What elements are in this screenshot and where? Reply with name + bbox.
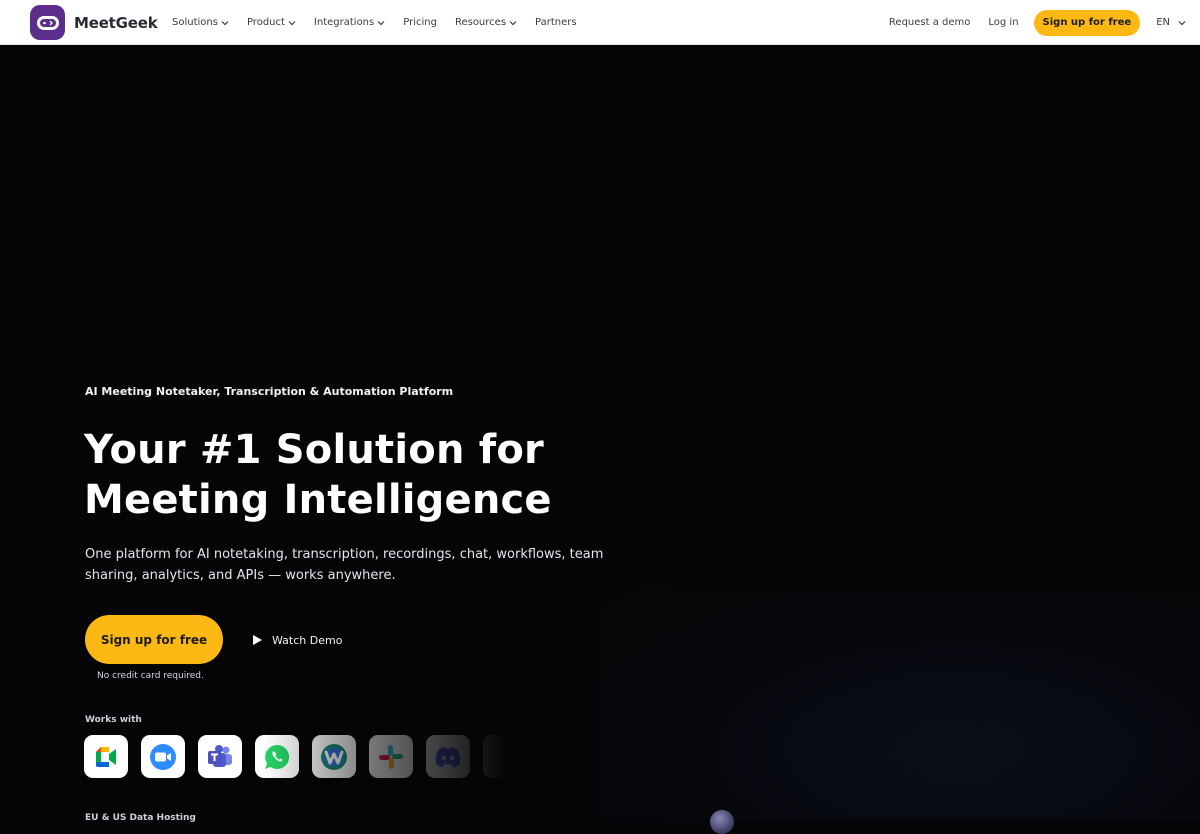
- watch-demo-label: Watch Demo: [272, 633, 343, 647]
- menu-item-label: Product: [246, 17, 285, 28]
- menu-item-partners[interactable]: Partners: [535, 17, 577, 28]
- nav-actions: Request a demo Log in Sign up for free E…: [871, 0, 1186, 45]
- headline-line-2: Meeting Intelligence: [84, 477, 552, 523]
- nav-signup-button[interactable]: Sign up for free: [1033, 9, 1141, 36]
- main-menu: Solutions Product Integrations Pricing R…: [172, 0, 595, 45]
- hero-subtitle: One platform for AI notetaking, transcri…: [85, 547, 604, 583]
- headline-line-1: Your #1 Solution for: [84, 427, 544, 473]
- menu-item-label: Resources: [454, 17, 507, 28]
- menu-item-label: Integrations: [313, 17, 375, 28]
- decorative-orb: [710, 810, 734, 834]
- language-label: EN: [1156, 17, 1170, 28]
- integration-icon[interactable]: [483, 735, 504, 778]
- chevron-down-icon: [221, 20, 229, 26]
- menu-item-pricing[interactable]: Pricing: [403, 17, 437, 28]
- brand-name: MeetGeek: [74, 13, 158, 32]
- webex-icon[interactable]: [312, 735, 356, 778]
- menu-item-integrations[interactable]: Integrations: [314, 17, 385, 28]
- data-hosting-label: EU & US Data Hosting: [85, 813, 196, 823]
- hero-background-glow: [600, 590, 1200, 820]
- discord-icon[interactable]: [426, 735, 470, 778]
- slack-icon[interactable]: [369, 735, 413, 778]
- integrations-strip: [84, 735, 504, 779]
- top-navbar: MeetGeek Solutions Product Integrations …: [0, 0, 1200, 45]
- zoom-icon[interactable]: [141, 735, 185, 778]
- microsoft-teams-icon[interactable]: [198, 735, 242, 778]
- chevron-down-icon: [509, 20, 517, 26]
- menu-item-label: Pricing: [403, 17, 437, 28]
- works-with-label: Works with: [85, 715, 142, 725]
- chevron-down-icon: [377, 20, 385, 26]
- whatsapp-icon[interactable]: [255, 735, 299, 778]
- google-meet-icon[interactable]: [84, 735, 128, 778]
- menu-item-product[interactable]: Product: [247, 17, 296, 28]
- request-demo-link[interactable]: Request a demo: [889, 17, 970, 28]
- brand-logo[interactable]: MeetGeek: [30, 5, 158, 40]
- hero-eyebrow: AI Meeting Notetaker, Transcription & Au…: [85, 385, 454, 398]
- menu-item-solutions[interactable]: Solutions: [172, 17, 229, 28]
- watch-demo-button[interactable]: Watch Demo: [252, 630, 342, 650]
- menu-item-label: Solutions: [172, 17, 218, 28]
- login-link[interactable]: Log in: [988, 17, 1018, 28]
- hero-headline: Your #1 Solution for Meeting Intelligenc…: [84, 425, 644, 525]
- hero-signup-button[interactable]: Sign up for free: [85, 615, 223, 664]
- no-credit-card-note: No credit card required.: [97, 671, 204, 681]
- play-icon: [252, 634, 263, 646]
- meetgeek-robot-icon: [30, 5, 65, 40]
- language-selector[interactable]: EN: [1156, 17, 1186, 28]
- chevron-down-icon: [1178, 20, 1186, 26]
- menu-item-label: Partners: [535, 17, 577, 28]
- menu-item-resources[interactable]: Resources: [455, 17, 517, 28]
- chevron-down-icon: [288, 20, 296, 26]
